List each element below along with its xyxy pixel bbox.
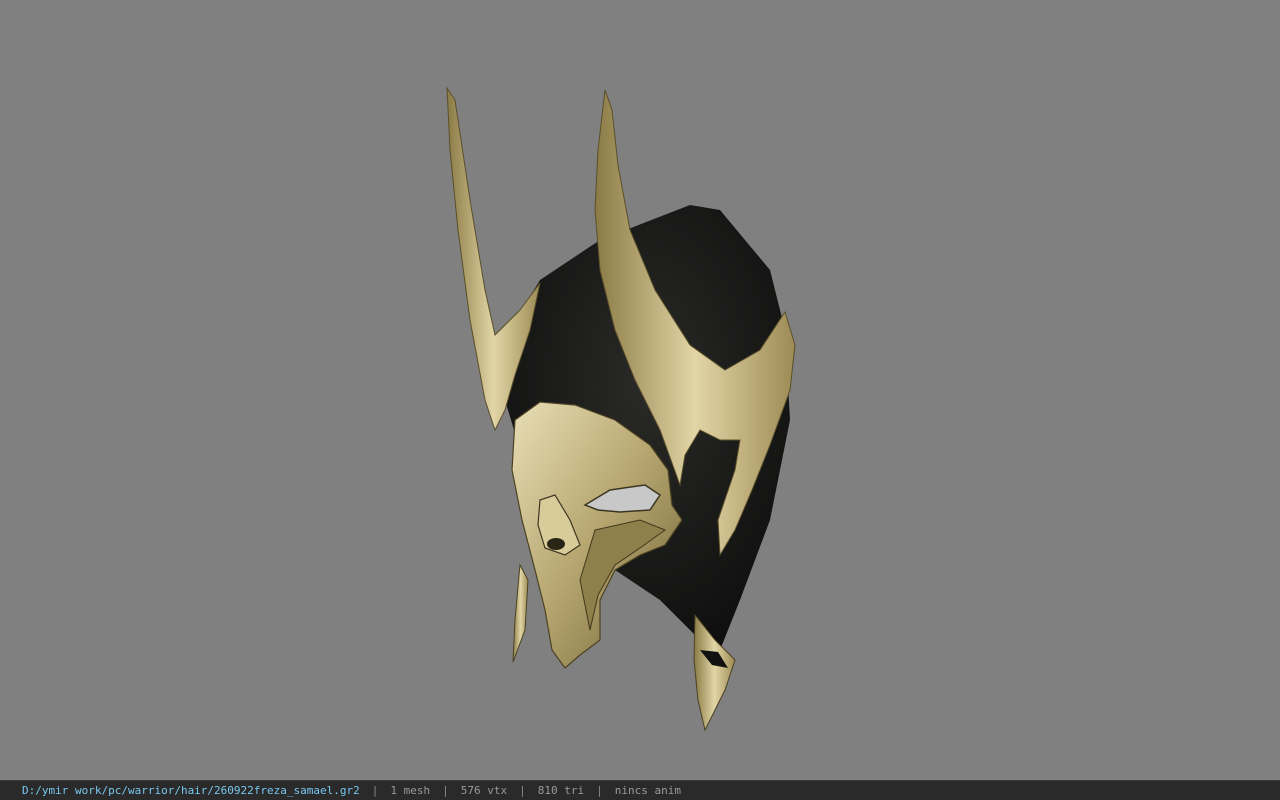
mesh-count-label: 1 mesh	[390, 784, 431, 797]
animation-status-label: nincs anim	[614, 784, 681, 797]
file-path-label: D:/ymir work/pc/warrior/hair/260922freza…	[22, 784, 360, 797]
left-lower-spike	[512, 563, 529, 663]
vertex-count-label: 576 vtx	[460, 784, 508, 797]
separator: |	[596, 784, 603, 797]
triangle-count-label: 810 tri	[537, 784, 585, 797]
separator: |	[371, 784, 379, 797]
helmet-model-render[interactable]	[0, 0, 1280, 780]
status-bar: D:/ymir work/pc/warrior/hair/260922freza…	[0, 780, 1280, 800]
separator: |	[519, 784, 526, 797]
model-viewport[interactable]	[0, 0, 1280, 780]
separator: |	[442, 784, 449, 797]
